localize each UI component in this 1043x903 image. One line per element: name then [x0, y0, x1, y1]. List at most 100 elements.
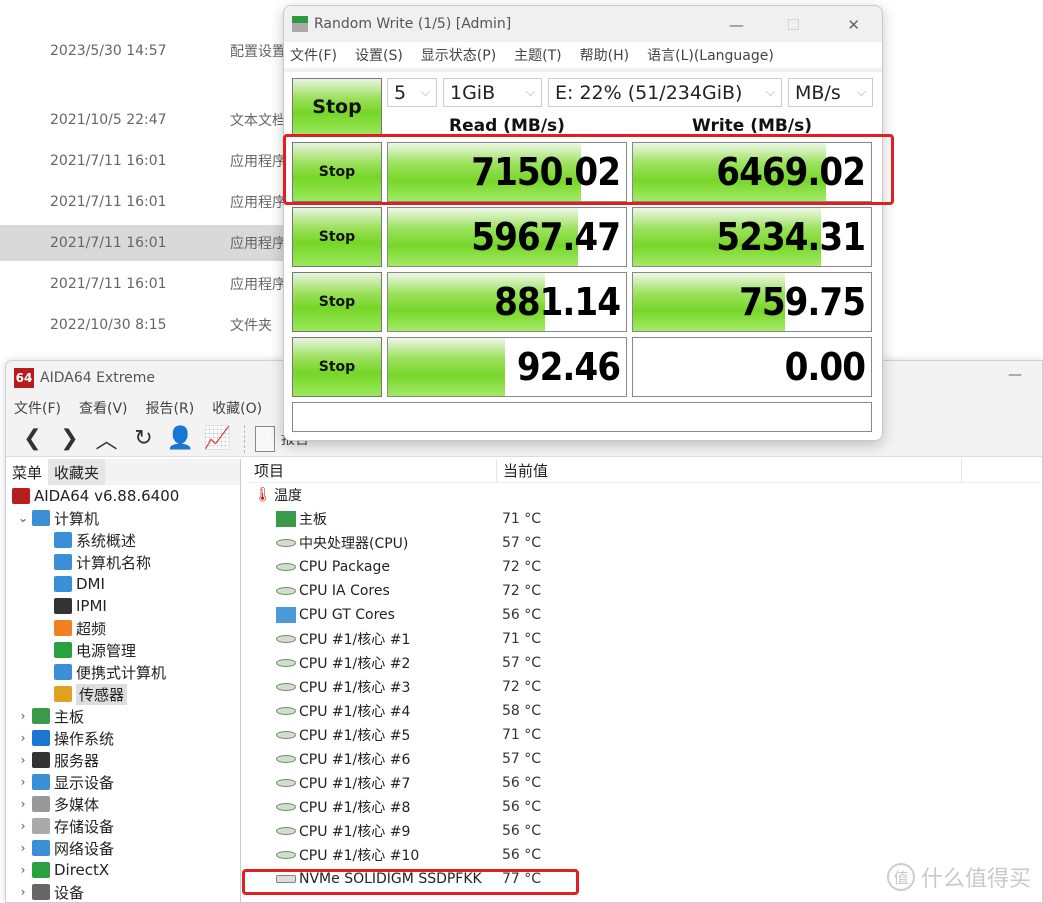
sensor-row[interactable]: CPU #1/核心 #4 58 °C	[246, 699, 1042, 723]
count-select[interactable]: 5 ⌵	[387, 78, 437, 107]
column-current-value[interactable]: 当前值	[497, 459, 962, 482]
tree-item-label: AIDA64 v6.88.6400	[34, 487, 180, 505]
test-stop-button[interactable]: Stop	[292, 207, 382, 267]
size-select[interactable]: 1GiB ⌵	[443, 78, 542, 107]
tree-item[interactable]: › 主板	[6, 705, 240, 727]
chevron-right-icon[interactable]: ›	[14, 841, 32, 855]
tree-item[interactable]: › 操作系统	[6, 727, 240, 749]
back-icon[interactable]: ❮	[14, 424, 51, 454]
chevron-right-icon[interactable]: ›	[14, 775, 32, 789]
aida-logo-icon	[12, 488, 30, 504]
file-row[interactable]: 2021/7/11 16:01 应用程序	[0, 143, 300, 179]
report-icon[interactable]	[255, 425, 275, 452]
sensor-row[interactable]: 中央处理器(CPU) 57 °C	[246, 531, 1042, 555]
minimize-button[interactable]: —	[1008, 367, 1022, 383]
thermometer-icon: 🌡	[254, 487, 272, 503]
tree-item[interactable]: ⌄ 计算机	[6, 507, 240, 529]
tree-item[interactable]: › 网络设备	[6, 837, 240, 859]
file-row[interactable]: 2021/7/11 16:01 应用程序	[0, 225, 300, 261]
sensor-row[interactable]: CPU #1/核心 #5 71 °C	[246, 723, 1042, 747]
menu-file[interactable]: 文件(F)	[14, 398, 61, 418]
up-icon[interactable]: ︿	[88, 424, 125, 454]
chevron-right-icon[interactable]: ›	[14, 819, 32, 833]
test-stop-button[interactable]: Stop	[292, 337, 382, 397]
tree-item[interactable]: 超频	[6, 617, 240, 639]
tree-item[interactable]: › 多媒体	[6, 793, 240, 815]
tree-item[interactable]: › 服务器	[6, 749, 240, 771]
cpu-chip-icon	[276, 563, 296, 571]
chart-icon[interactable]: 📈	[199, 424, 236, 454]
file-row[interactable]: 2021/10/5 22:47 文本文档	[0, 102, 300, 138]
sensor-row[interactable]: CPU #1/核心 #2 57 °C	[246, 651, 1042, 675]
refresh-icon[interactable]: ↻	[125, 424, 162, 454]
read-value: 881.14	[494, 280, 621, 324]
menu-file[interactable]: 文件(F)	[290, 45, 337, 65]
sensor-row[interactable]: CPU IA Cores 72 °C	[246, 579, 1042, 603]
stop-all-button[interactable]: Stop	[292, 78, 382, 136]
tree-item[interactable]: 计算机名称	[6, 551, 240, 573]
sensor-row[interactable]: 主板 71 °C	[246, 507, 1042, 531]
drive-select[interactable]: E: 22% (51/234GiB) ⌵	[548, 78, 782, 107]
sensor-row[interactable]: CPU #1/核心 #9 56 °C	[246, 819, 1042, 843]
file-type: 文件夹	[230, 318, 272, 334]
menu-theme[interactable]: 主题(T)	[514, 45, 561, 65]
tree-item[interactable]: › 设备	[6, 881, 240, 903]
menu-language[interactable]: 语言(L)(Language)	[647, 45, 774, 65]
chevron-right-icon[interactable]: ›	[14, 753, 32, 767]
group-temperature[interactable]: 🌡 温度	[246, 483, 1042, 507]
tree-item[interactable]: 电源管理	[6, 639, 240, 661]
sensor-row[interactable]: CPU Package 72 °C	[246, 555, 1042, 579]
tree-item[interactable]: › 存储设备	[6, 815, 240, 837]
tab-favorites[interactable]: 收藏夹	[48, 459, 106, 485]
tree-item[interactable]: 传感器	[6, 683, 240, 705]
tree-item[interactable]: AIDA64 v6.88.6400	[6, 485, 240, 507]
menu-report[interactable]: 报告(R)	[146, 398, 195, 418]
cpu-chip-icon	[276, 587, 296, 595]
tree-item[interactable]: 系统概述	[6, 529, 240, 551]
sensor-name: CPU #1/核心 #3	[299, 680, 411, 696]
chevron-right-icon[interactable]: ›	[14, 797, 32, 811]
sensor-value: 56 °C	[502, 607, 542, 623]
menu-settings[interactable]: 设置(S)	[355, 45, 403, 65]
file-row[interactable]: 2021/7/11 16:01 应用程序	[0, 184, 300, 220]
menu-view[interactable]: 查看(V)	[79, 398, 128, 418]
chevron-right-icon[interactable]: ›	[14, 885, 32, 899]
tree-item-label: 显示设备	[54, 773, 115, 792]
sensor-row[interactable]: CPU #1/核心 #7 56 °C	[246, 771, 1042, 795]
sensor-row[interactable]: CPU #1/核心 #8 56 °C	[246, 795, 1042, 819]
chevron-right-icon[interactable]: ›	[14, 731, 32, 745]
chevron-right-icon[interactable]: ›	[14, 709, 32, 723]
column-item[interactable]: 项目	[246, 459, 497, 482]
sensor-row[interactable]: CPU GT Cores 56 °C	[246, 603, 1042, 627]
tree-item[interactable]: › DirectX	[6, 859, 240, 881]
unit-select[interactable]: MB/s ⌵	[788, 78, 873, 107]
tree-item[interactable]: IPMI	[6, 595, 240, 617]
close-button[interactable]: ✕	[847, 16, 860, 34]
storage-icon	[32, 818, 50, 834]
computer-icon	[54, 576, 72, 592]
test-stop-button[interactable]: Stop	[292, 272, 382, 332]
toolbar-separator	[244, 424, 245, 453]
minimize-button[interactable]: —	[729, 16, 744, 34]
tab-menu[interactable]: 菜单	[6, 459, 49, 485]
tree-item[interactable]: 便携式计算机	[6, 661, 240, 683]
sensor-row[interactable]: CPU #1/核心 #6 57 °C	[246, 747, 1042, 771]
file-row[interactable]: 2021/7/11 16:01 应用程序	[0, 266, 300, 302]
menu-favorites[interactable]: 收藏(O)	[212, 398, 262, 418]
menu-display[interactable]: 显示状态(P)	[421, 45, 496, 65]
forward-icon[interactable]: ❯	[51, 424, 88, 454]
chevron-down-icon[interactable]: ⌄	[14, 511, 32, 525]
sensor-value: 57 °C	[502, 751, 542, 767]
file-row[interactable]: 2022/10/30 8:15 文件夹	[0, 307, 300, 343]
file-row[interactable]: 2023/5/30 14:57 配置设置	[0, 33, 300, 69]
user-icon[interactable]: 👤	[162, 424, 199, 454]
sensor-row[interactable]: CPU #1/核心 #1 71 °C	[246, 627, 1042, 651]
sensor-row[interactable]: CPU #1/核心 #3 72 °C	[246, 675, 1042, 699]
chevron-right-icon[interactable]: ›	[14, 863, 32, 877]
tree-item[interactable]: DMI	[6, 573, 240, 595]
menu-help[interactable]: 帮助(H)	[580, 45, 629, 65]
write-value: 759.75	[739, 280, 866, 324]
maximize-button[interactable]: ☐	[787, 16, 800, 34]
sensor-name: CPU #1/核心 #10	[299, 848, 420, 864]
tree-item[interactable]: › 显示设备	[6, 771, 240, 793]
